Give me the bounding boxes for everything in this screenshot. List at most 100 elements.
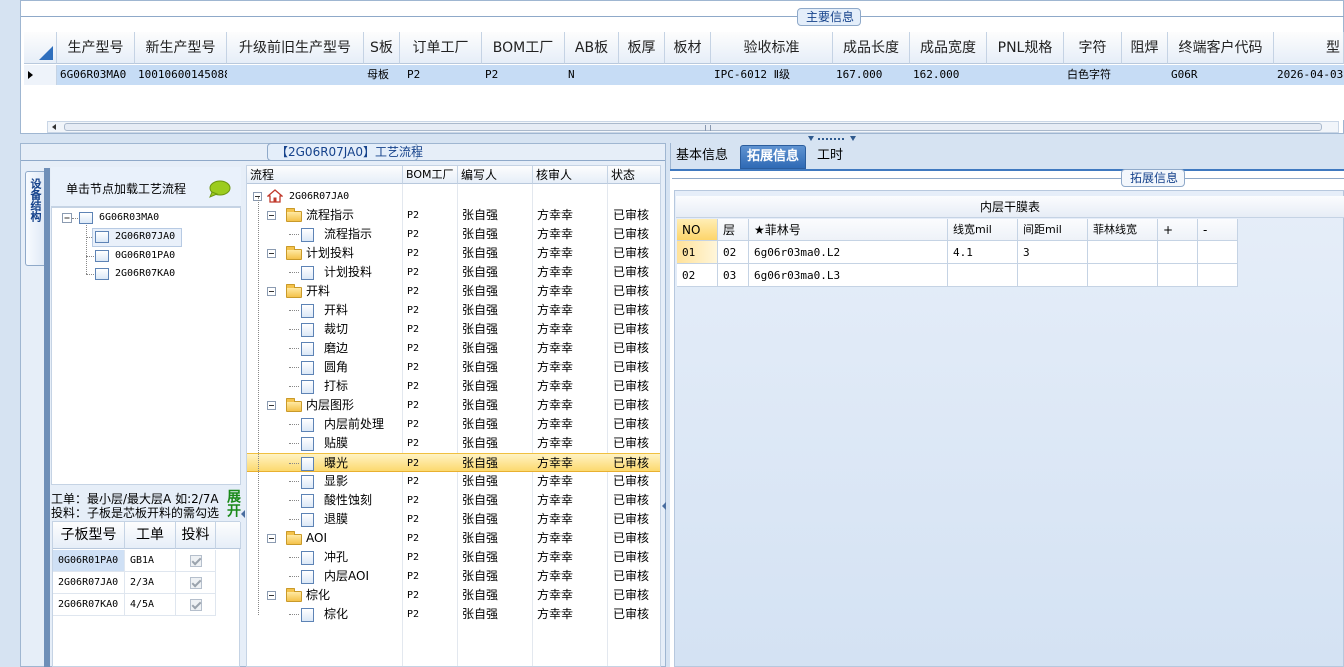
- process-bom-factory[interactable]: P2: [407, 415, 419, 434]
- collapse-icon[interactable]: [267, 211, 276, 220]
- collapse-icon[interactable]: [267, 591, 276, 600]
- process-writer[interactable]: 张自强: [462, 225, 498, 244]
- col-order-factory[interactable]: 订单工厂: [400, 32, 482, 64]
- process-status[interactable]: 已审核: [613, 377, 649, 396]
- process-status[interactable]: 已审核: [613, 206, 649, 225]
- cell-char[interactable]: 白色字符: [1064, 65, 1122, 85]
- col-ab-board[interactable]: AB板: [565, 32, 619, 64]
- process-status[interactable]: 已审核: [613, 510, 649, 529]
- process-writer[interactable]: 张自强: [462, 510, 498, 529]
- process-status[interactable]: 已审核: [613, 244, 649, 263]
- cell-remove[interactable]: [1198, 241, 1238, 264]
- process-tree-grid[interactable]: 流程 BOM工厂 编写人 核审人 状态 2G06R07JA0 流程指示 P2 张自强…: [246, 165, 661, 667]
- expand-button[interactable]: 展开: [220, 487, 241, 519]
- cell-no[interactable]: 01: [677, 241, 718, 264]
- process-reviewer[interactable]: 方幸幸: [537, 301, 573, 320]
- cell-spacing[interactable]: 3: [1018, 241, 1088, 264]
- col-sub-model[interactable]: 子板型号: [53, 522, 125, 549]
- process-writer[interactable]: 张自强: [462, 472, 498, 491]
- scroll-thumb[interactable]: [64, 123, 1322, 131]
- process-step-label[interactable]: 内层前处理: [324, 415, 384, 434]
- cell-line-width[interactable]: 4.1: [948, 241, 1018, 264]
- col-char[interactable]: 字符: [1064, 32, 1122, 64]
- process-bom-factory[interactable]: P2: [407, 472, 419, 491]
- process-reviewer[interactable]: 方幸幸: [537, 358, 573, 377]
- row-indicator[interactable]: [24, 65, 57, 85]
- process-row[interactable]: 磨边 P2 张自强 方幸幸 已审核: [247, 339, 660, 358]
- process-step-label[interactable]: 圆角: [324, 358, 348, 377]
- process-row[interactable]: 裁切 P2 张自强 方幸幸 已审核: [247, 320, 660, 339]
- process-status[interactable]: 已审核: [613, 454, 649, 473]
- process-row[interactable]: AOI P2 张自强 方幸幸 已审核: [247, 529, 660, 548]
- process-step-label[interactable]: 计划投料: [306, 244, 354, 263]
- col-pnl[interactable]: PNL规格: [987, 32, 1064, 64]
- cell-add[interactable]: [1158, 241, 1198, 264]
- tab-extended-info[interactable]: 拓展信息: [740, 145, 807, 169]
- remove-row-button[interactable]: -: [1198, 219, 1238, 241]
- col-new-model[interactable]: 新生产型号: [135, 32, 227, 64]
- sub-board-grid[interactable]: 子板型号 工单 投料 0G06R01PA0 GB1A 2G06R07JA0 2/…: [52, 521, 241, 667]
- col-layer[interactable]: 层: [718, 219, 749, 241]
- process-step-label[interactable]: 酸性蚀刻: [324, 491, 372, 510]
- process-bom-factory[interactable]: P2: [407, 358, 419, 377]
- process-writer[interactable]: 张自强: [462, 586, 498, 605]
- process-step-label[interactable]: 显影: [324, 472, 348, 491]
- col-prod-model[interactable]: 生产型号: [57, 32, 135, 64]
- col-no[interactable]: NO: [677, 219, 718, 241]
- process-reviewer[interactable]: 方幸幸: [537, 415, 573, 434]
- cell-feed[interactable]: [176, 572, 216, 594]
- process-row[interactable]: 流程指示 P2 张自强 方幸幸 已审核: [247, 206, 660, 225]
- process-writer[interactable]: 张自强: [462, 454, 498, 473]
- tab-work-hours[interactable]: 工时: [811, 145, 849, 169]
- process-bom-factory[interactable]: P2: [407, 244, 419, 263]
- col-status[interactable]: 状态: [608, 166, 660, 184]
- process-row[interactable]: 打标 P2 张自强 方幸幸 已审核: [247, 377, 660, 396]
- cell-thickness[interactable]: [619, 65, 665, 85]
- process-writer[interactable]: 张自强: [462, 548, 498, 567]
- process-row[interactable]: 退膜 P2 张自强 方幸幸 已审核: [247, 510, 660, 529]
- cell-order[interactable]: 2/3A: [125, 572, 176, 594]
- process-reviewer[interactable]: 方幸幸: [537, 244, 573, 263]
- horizontal-scrollbar[interactable]: [47, 121, 1339, 133]
- process-reviewer[interactable]: 方幸幸: [537, 472, 573, 491]
- cell-old-model[interactable]: [227, 65, 364, 85]
- process-bom-factory[interactable]: P2: [407, 206, 419, 225]
- cell-bom-factory[interactable]: P2: [482, 65, 565, 85]
- process-status[interactable]: 已审核: [613, 586, 649, 605]
- cell-remove[interactable]: [1198, 264, 1238, 287]
- col-standard[interactable]: 验收标准: [711, 32, 833, 64]
- process-status[interactable]: 已审核: [613, 320, 649, 339]
- process-step-label[interactable]: 内层AOI: [324, 567, 369, 586]
- process-writer[interactable]: 张自强: [462, 358, 498, 377]
- process-writer[interactable]: 张自强: [462, 567, 498, 586]
- process-step-label[interactable]: 退膜: [324, 510, 348, 529]
- process-writer[interactable]: 张自强: [462, 415, 498, 434]
- process-status[interactable]: 已审核: [613, 472, 649, 491]
- scroll-left-icon[interactable]: [52, 124, 56, 130]
- process-reviewer[interactable]: 方幸幸: [537, 434, 573, 453]
- add-row-button[interactable]: +: [1158, 219, 1198, 241]
- tree-root[interactable]: 6G06R03MA0: [99, 209, 159, 227]
- col-type-partial[interactable]: 型: [1274, 32, 1344, 64]
- cell-film-width[interactable]: [1088, 241, 1158, 264]
- process-writer[interactable]: 张自强: [462, 301, 498, 320]
- col-order[interactable]: 工单: [125, 522, 176, 549]
- process-row[interactable]: 冲孔 P2 张自强 方幸幸 已审核: [247, 548, 660, 567]
- tree-node[interactable]: 0G06R01PA0: [115, 247, 175, 265]
- process-reviewer[interactable]: 方幸幸: [537, 510, 573, 529]
- cell-layer[interactable]: 02: [718, 241, 749, 264]
- process-status[interactable]: 已审核: [613, 548, 649, 567]
- process-reviewer[interactable]: 方幸幸: [537, 320, 573, 339]
- col-writer[interactable]: 编写人: [458, 166, 533, 184]
- process-step-label[interactable]: 曝光: [324, 454, 348, 473]
- process-step-label[interactable]: 开料: [306, 282, 330, 301]
- process-step-label[interactable]: 冲孔: [324, 548, 348, 567]
- process-bom-factory[interactable]: P2: [407, 454, 419, 473]
- col-bom-factory[interactable]: BOM工厂: [482, 32, 565, 64]
- process-status[interactable]: 已审核: [613, 567, 649, 586]
- cell-date[interactable]: 2026-04-03: [1274, 65, 1344, 85]
- splitter-grip-icon[interactable]: [808, 136, 856, 142]
- process-step-label[interactable]: 贴膜: [324, 434, 348, 453]
- process-step-label[interactable]: 计划投料: [324, 263, 372, 282]
- main-info-grid[interactable]: 生产型号 新生产型号 升级前旧生产型号 S板 订单工厂 BOM工厂 AB板 板厚…: [24, 32, 1344, 120]
